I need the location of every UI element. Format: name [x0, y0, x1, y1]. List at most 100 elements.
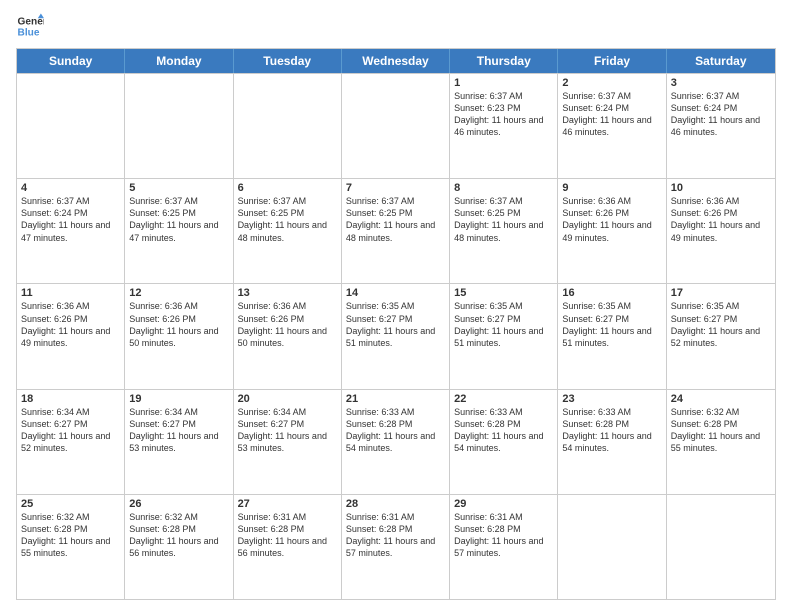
day-header-monday: Monday — [125, 49, 233, 73]
day-info: Sunrise: 6:36 AM Sunset: 6:26 PM Dayligh… — [129, 300, 228, 349]
day-info: Sunrise: 6:37 AM Sunset: 6:25 PM Dayligh… — [454, 195, 553, 244]
day-number: 11 — [21, 287, 120, 299]
calendar-cell: 24Sunrise: 6:32 AM Sunset: 6:28 PM Dayli… — [667, 390, 775, 494]
day-number: 13 — [238, 287, 337, 299]
day-number: 16 — [562, 287, 661, 299]
day-info: Sunrise: 6:33 AM Sunset: 6:28 PM Dayligh… — [346, 406, 445, 455]
calendar-cell: 11Sunrise: 6:36 AM Sunset: 6:26 PM Dayli… — [17, 284, 125, 388]
day-info: Sunrise: 6:32 AM Sunset: 6:28 PM Dayligh… — [129, 511, 228, 560]
day-header-tuesday: Tuesday — [234, 49, 342, 73]
calendar-cell: 13Sunrise: 6:36 AM Sunset: 6:26 PM Dayli… — [234, 284, 342, 388]
calendar-cell: 10Sunrise: 6:36 AM Sunset: 6:26 PM Dayli… — [667, 179, 775, 283]
day-info: Sunrise: 6:36 AM Sunset: 6:26 PM Dayligh… — [671, 195, 771, 244]
day-header-friday: Friday — [558, 49, 666, 73]
day-number: 18 — [21, 393, 120, 405]
day-info: Sunrise: 6:33 AM Sunset: 6:28 PM Dayligh… — [454, 406, 553, 455]
day-info: Sunrise: 6:35 AM Sunset: 6:27 PM Dayligh… — [562, 300, 661, 349]
day-number: 7 — [346, 182, 445, 194]
calendar-cell: 8Sunrise: 6:37 AM Sunset: 6:25 PM Daylig… — [450, 179, 558, 283]
day-number: 22 — [454, 393, 553, 405]
calendar-cell — [342, 74, 450, 178]
day-number: 5 — [129, 182, 228, 194]
day-info: Sunrise: 6:37 AM Sunset: 6:25 PM Dayligh… — [129, 195, 228, 244]
day-number: 14 — [346, 287, 445, 299]
day-number: 2 — [562, 77, 661, 89]
svg-text:Blue: Blue — [18, 27, 40, 38]
calendar-cell: 9Sunrise: 6:36 AM Sunset: 6:26 PM Daylig… — [558, 179, 666, 283]
calendar-row-0: 1Sunrise: 6:37 AM Sunset: 6:23 PM Daylig… — [17, 73, 775, 178]
day-info: Sunrise: 6:34 AM Sunset: 6:27 PM Dayligh… — [238, 406, 337, 455]
calendar-cell: 21Sunrise: 6:33 AM Sunset: 6:28 PM Dayli… — [342, 390, 450, 494]
day-number: 15 — [454, 287, 553, 299]
logo: General Blue — [16, 12, 44, 40]
calendar-cell: 12Sunrise: 6:36 AM Sunset: 6:26 PM Dayli… — [125, 284, 233, 388]
day-number: 4 — [21, 182, 120, 194]
day-header-saturday: Saturday — [667, 49, 775, 73]
day-number: 9 — [562, 182, 661, 194]
calendar-cell: 6Sunrise: 6:37 AM Sunset: 6:25 PM Daylig… — [234, 179, 342, 283]
calendar-cell — [125, 74, 233, 178]
day-number: 20 — [238, 393, 337, 405]
calendar-cell — [667, 495, 775, 599]
calendar-row-2: 11Sunrise: 6:36 AM Sunset: 6:26 PM Dayli… — [17, 283, 775, 388]
day-info: Sunrise: 6:36 AM Sunset: 6:26 PM Dayligh… — [238, 300, 337, 349]
day-header-sunday: Sunday — [17, 49, 125, 73]
calendar-row-1: 4Sunrise: 6:37 AM Sunset: 6:24 PM Daylig… — [17, 178, 775, 283]
day-header-thursday: Thursday — [450, 49, 558, 73]
calendar: SundayMondayTuesdayWednesdayThursdayFrid… — [16, 48, 776, 600]
day-info: Sunrise: 6:34 AM Sunset: 6:27 PM Dayligh… — [129, 406, 228, 455]
calendar-cell: 27Sunrise: 6:31 AM Sunset: 6:28 PM Dayli… — [234, 495, 342, 599]
page: General Blue SundayMondayTuesdayWednesda… — [0, 0, 792, 612]
day-number: 21 — [346, 393, 445, 405]
calendar-cell: 1Sunrise: 6:37 AM Sunset: 6:23 PM Daylig… — [450, 74, 558, 178]
day-number: 6 — [238, 182, 337, 194]
calendar-header: SundayMondayTuesdayWednesdayThursdayFrid… — [17, 49, 775, 73]
calendar-cell: 5Sunrise: 6:37 AM Sunset: 6:25 PM Daylig… — [125, 179, 233, 283]
day-number: 10 — [671, 182, 771, 194]
day-number: 24 — [671, 393, 771, 405]
calendar-cell: 14Sunrise: 6:35 AM Sunset: 6:27 PM Dayli… — [342, 284, 450, 388]
day-number: 26 — [129, 498, 228, 510]
day-info: Sunrise: 6:37 AM Sunset: 6:25 PM Dayligh… — [346, 195, 445, 244]
calendar-cell: 26Sunrise: 6:32 AM Sunset: 6:28 PM Dayli… — [125, 495, 233, 599]
day-info: Sunrise: 6:31 AM Sunset: 6:28 PM Dayligh… — [346, 511, 445, 560]
day-number: 1 — [454, 77, 553, 89]
calendar-cell — [558, 495, 666, 599]
day-info: Sunrise: 6:32 AM Sunset: 6:28 PM Dayligh… — [671, 406, 771, 455]
calendar-cell: 18Sunrise: 6:34 AM Sunset: 6:27 PM Dayli… — [17, 390, 125, 494]
day-info: Sunrise: 6:35 AM Sunset: 6:27 PM Dayligh… — [454, 300, 553, 349]
calendar-cell: 3Sunrise: 6:37 AM Sunset: 6:24 PM Daylig… — [667, 74, 775, 178]
calendar-cell: 28Sunrise: 6:31 AM Sunset: 6:28 PM Dayli… — [342, 495, 450, 599]
day-info: Sunrise: 6:36 AM Sunset: 6:26 PM Dayligh… — [21, 300, 120, 349]
calendar-cell: 25Sunrise: 6:32 AM Sunset: 6:28 PM Dayli… — [17, 495, 125, 599]
calendar-cell: 20Sunrise: 6:34 AM Sunset: 6:27 PM Dayli… — [234, 390, 342, 494]
day-info: Sunrise: 6:34 AM Sunset: 6:27 PM Dayligh… — [21, 406, 120, 455]
day-number: 23 — [562, 393, 661, 405]
day-number: 27 — [238, 498, 337, 510]
day-header-wednesday: Wednesday — [342, 49, 450, 73]
calendar-cell: 2Sunrise: 6:37 AM Sunset: 6:24 PM Daylig… — [558, 74, 666, 178]
calendar-row-3: 18Sunrise: 6:34 AM Sunset: 6:27 PM Dayli… — [17, 389, 775, 494]
day-number: 19 — [129, 393, 228, 405]
day-info: Sunrise: 6:35 AM Sunset: 6:27 PM Dayligh… — [346, 300, 445, 349]
calendar-cell — [234, 74, 342, 178]
day-info: Sunrise: 6:35 AM Sunset: 6:27 PM Dayligh… — [671, 300, 771, 349]
day-info: Sunrise: 6:31 AM Sunset: 6:28 PM Dayligh… — [454, 511, 553, 560]
day-info: Sunrise: 6:37 AM Sunset: 6:23 PM Dayligh… — [454, 90, 553, 139]
day-number: 12 — [129, 287, 228, 299]
calendar-cell: 29Sunrise: 6:31 AM Sunset: 6:28 PM Dayli… — [450, 495, 558, 599]
day-number: 28 — [346, 498, 445, 510]
calendar-cell: 22Sunrise: 6:33 AM Sunset: 6:28 PM Dayli… — [450, 390, 558, 494]
calendar-cell: 17Sunrise: 6:35 AM Sunset: 6:27 PM Dayli… — [667, 284, 775, 388]
day-info: Sunrise: 6:37 AM Sunset: 6:24 PM Dayligh… — [671, 90, 771, 139]
day-info: Sunrise: 6:31 AM Sunset: 6:28 PM Dayligh… — [238, 511, 337, 560]
calendar-cell: 15Sunrise: 6:35 AM Sunset: 6:27 PM Dayli… — [450, 284, 558, 388]
calendar-body: 1Sunrise: 6:37 AM Sunset: 6:23 PM Daylig… — [17, 73, 775, 599]
calendar-cell: 23Sunrise: 6:33 AM Sunset: 6:28 PM Dayli… — [558, 390, 666, 494]
day-info: Sunrise: 6:37 AM Sunset: 6:24 PM Dayligh… — [562, 90, 661, 139]
calendar-cell: 16Sunrise: 6:35 AM Sunset: 6:27 PM Dayli… — [558, 284, 666, 388]
day-number: 25 — [21, 498, 120, 510]
logo-icon: General Blue — [16, 12, 44, 40]
header: General Blue — [16, 12, 776, 40]
calendar-cell — [17, 74, 125, 178]
